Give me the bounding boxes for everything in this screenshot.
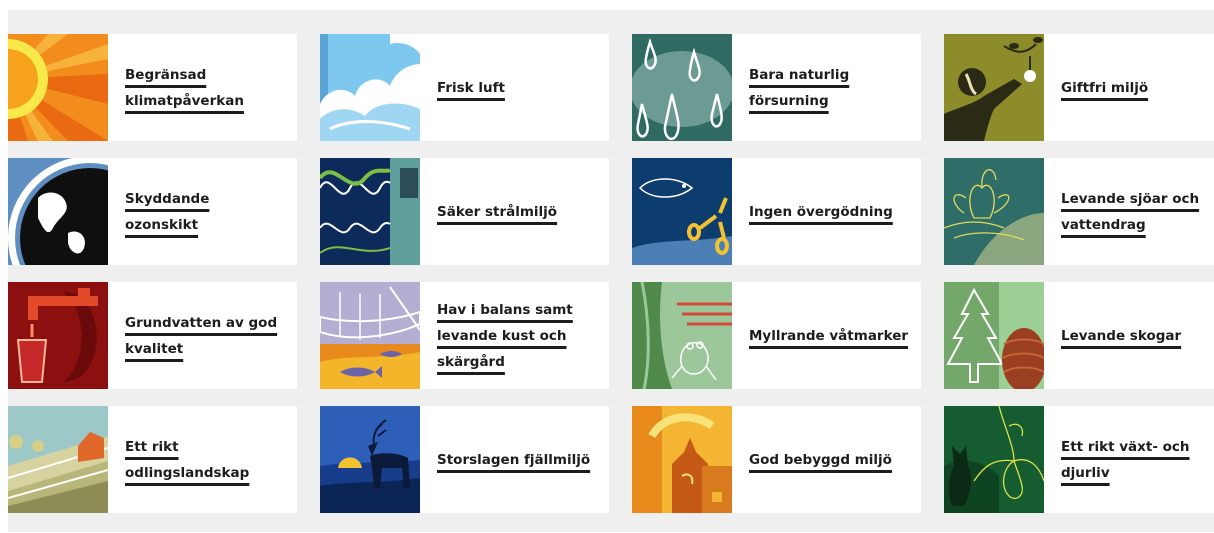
- goal-label: Bara naturlig försurning: [749, 66, 850, 109]
- buildings-icon: [632, 406, 732, 513]
- goal-label: Begränsad klimatpåverkan: [125, 66, 244, 109]
- goal-label: Levande skogar: [1061, 327, 1182, 344]
- lynx-orchid-icon: [944, 406, 1044, 513]
- goal-card-farmland[interactable]: Ett rikt odlingslandskap: [8, 406, 297, 513]
- goal-card-clean-air[interactable]: Frisk luft: [320, 34, 609, 141]
- goals-panel: Begränsad klimatpåverkan Frisk luft Bara…: [8, 10, 1214, 532]
- goal-card-lakes[interactable]: Levande sjöar och vattendrag: [944, 158, 1214, 265]
- goal-card-biodiversity[interactable]: Ett rikt växt- och djurliv: [944, 406, 1214, 513]
- goal-card-wetlands[interactable]: Myllrande våtmarker: [632, 282, 921, 389]
- goal-label: God bebyggd miljö: [749, 451, 892, 468]
- goal-label: Hav i balans samt levande kust och skärg…: [437, 301, 573, 370]
- goal-label: Säker strålmiljö: [437, 203, 558, 220]
- spruce-cone-icon: [944, 282, 1044, 389]
- clouds-icon: [320, 34, 420, 141]
- goal-label: Ett rikt växt- och djurliv: [1061, 438, 1190, 481]
- person-apple-icon: [944, 34, 1044, 141]
- goal-card-mountains[interactable]: Storslagen fjällmiljö: [320, 406, 609, 513]
- goal-card-ozone[interactable]: Skyddande ozonskikt: [8, 158, 297, 265]
- boat-fish-icon: [320, 282, 420, 389]
- frog-icon: [632, 282, 732, 389]
- goal-card-groundwater[interactable]: Grundvatten av god kvalitet: [8, 282, 297, 389]
- goal-label: Ingen övergödning: [749, 203, 893, 220]
- goal-label: Grundvatten av god kvalitet: [125, 314, 278, 357]
- goal-label: Skyddande ozonskikt: [125, 190, 210, 233]
- goal-card-built-environment[interactable]: God bebyggd miljö: [632, 406, 921, 513]
- goal-card-climate[interactable]: Begränsad klimatpåverkan: [8, 34, 297, 141]
- goal-card-nontoxic[interactable]: Giftfri miljö: [944, 34, 1214, 141]
- water-tap-icon: [8, 282, 108, 389]
- goal-card-eutrophication[interactable]: Ingen övergödning: [632, 158, 921, 265]
- farm-landscape-icon: [8, 406, 108, 513]
- raindrops-icon: [632, 34, 732, 141]
- globe-icon: [8, 158, 108, 265]
- fish-molecule-icon: [632, 158, 732, 265]
- goal-card-sea[interactable]: Hav i balans samt levande kust och skärg…: [320, 282, 609, 389]
- goal-label: Ett rikt odlingslandskap: [125, 438, 250, 481]
- goal-card-forests[interactable]: Levande skogar: [944, 282, 1214, 389]
- goal-card-acidification[interactable]: Bara naturlig försurning: [632, 34, 921, 141]
- sun-icon: [8, 34, 108, 141]
- goal-label: Storslagen fjällmiljö: [437, 451, 591, 468]
- goal-label: Myllrande våtmarker: [749, 327, 909, 344]
- goal-label: Giftfri miljö: [1061, 79, 1149, 96]
- water-lily-icon: [944, 158, 1044, 265]
- goal-label: Frisk luft: [437, 79, 505, 96]
- goal-label: Levande sjöar och vattendrag: [1061, 190, 1200, 233]
- reindeer-icon: [320, 406, 420, 513]
- radiation-waves-icon: [320, 158, 420, 265]
- goal-card-radiation[interactable]: Säker strålmiljö: [320, 158, 609, 265]
- goals-grid: Begränsad klimatpåverkan Frisk luft Bara…: [8, 34, 1214, 513]
